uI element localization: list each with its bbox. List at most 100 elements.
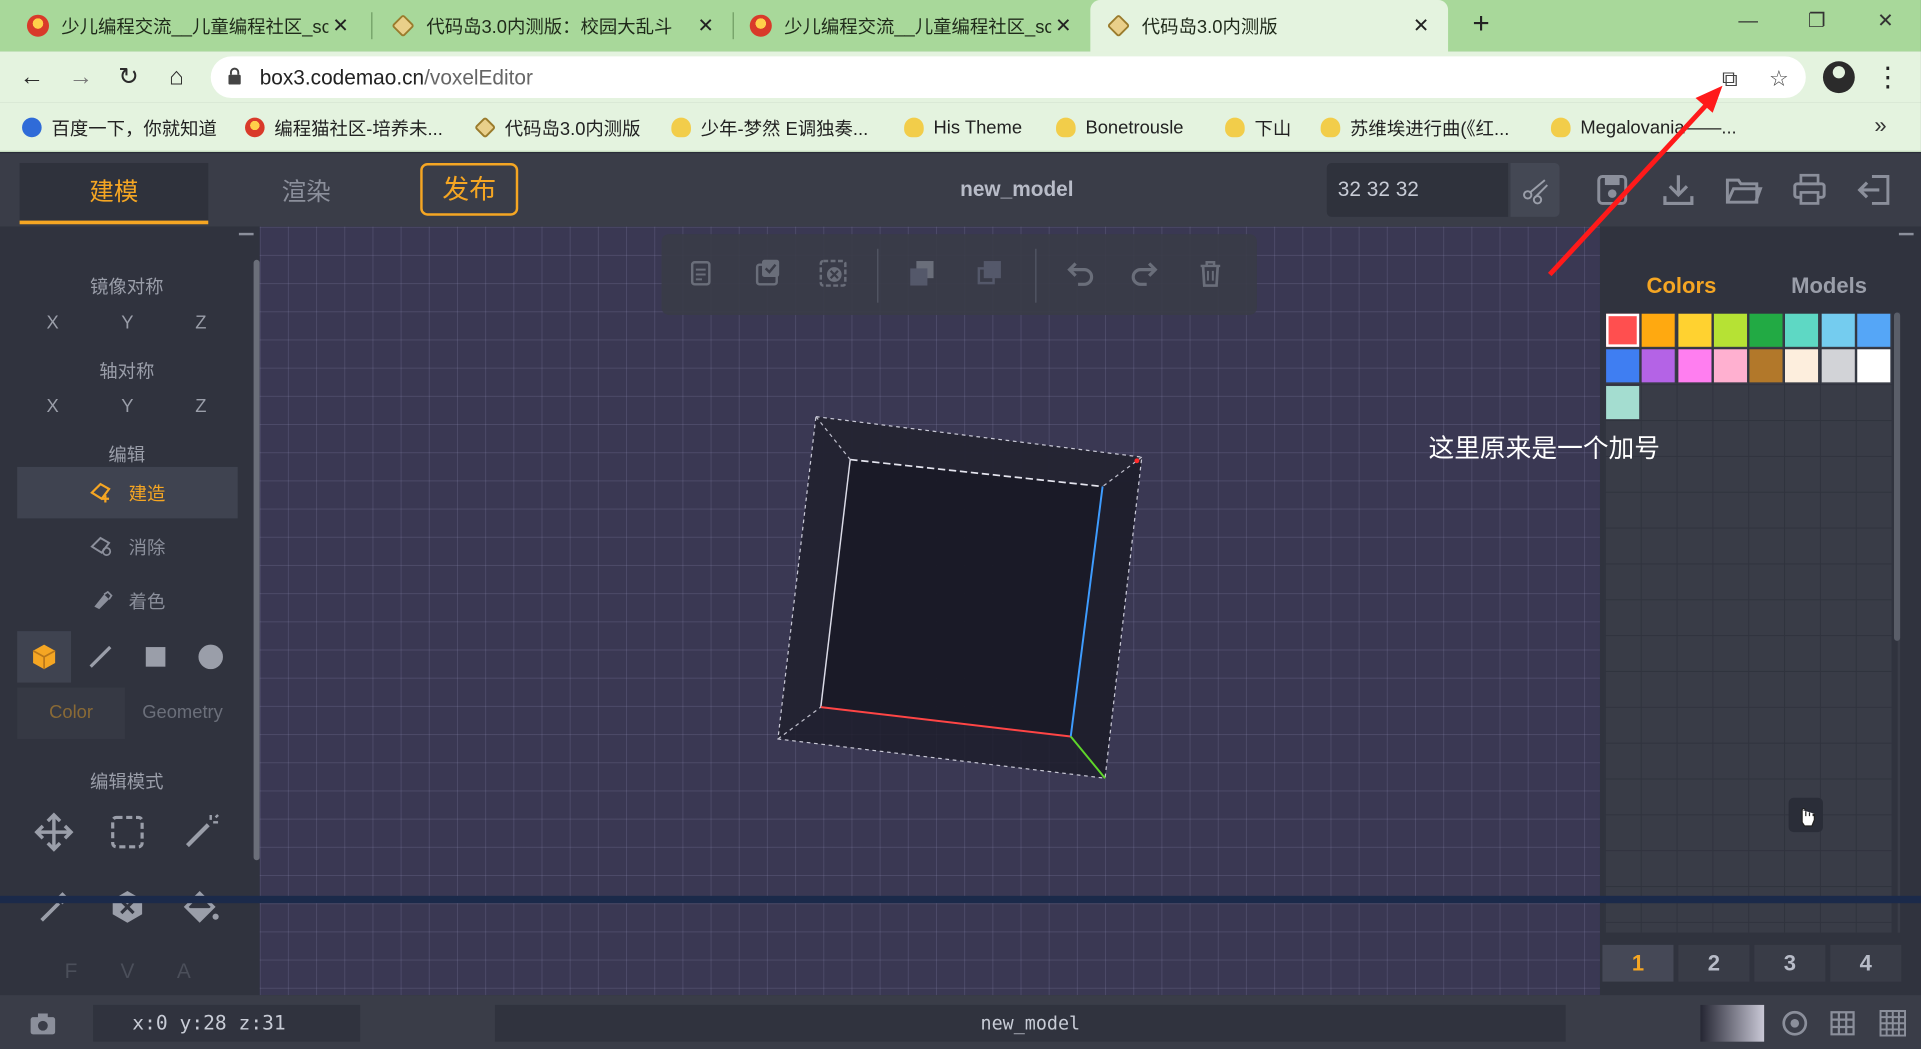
tab-modeling[interactable]: 建模 (19, 162, 209, 225)
grid-icon[interactable] (1827, 1007, 1859, 1039)
dimensions-field[interactable]: 32 32 32 (1326, 162, 1509, 217)
select-box-icon[interactable] (103, 808, 152, 857)
color-swatch[interactable] (1785, 313, 1819, 347)
mirror-x[interactable]: X (34, 313, 71, 334)
close-tab-icon[interactable]: ✕ (693, 13, 718, 38)
bookmark-item[interactable]: 少年-梦然 E调独奏... (671, 114, 868, 141)
bookmark-item[interactable]: 编程猫社区-培养未... (245, 114, 443, 141)
address-bar[interactable]: box3.codemao.cn/voxelEditor ⧉ ☆ (210, 56, 1806, 99)
browser-tab[interactable]: 少儿编程交流__儿童编程社区_sc ✕ (733, 2, 1091, 49)
resize-button[interactable] (1510, 162, 1560, 217)
color-swatch[interactable] (1749, 349, 1783, 383)
line-brush-button[interactable] (74, 631, 128, 682)
vertex-mode[interactable]: V (115, 960, 140, 985)
bookmark-item[interactable]: Megalovania——... (1550, 114, 1737, 141)
undo-icon[interactable] (1061, 255, 1098, 292)
menu-icon[interactable]: ⋮ (1874, 60, 1901, 94)
axis-x[interactable]: X (34, 396, 71, 417)
color-swatch[interactable] (1713, 349, 1747, 383)
build-tool[interactable]: 建造 (17, 466, 238, 519)
color-swatch[interactable] (1785, 349, 1819, 383)
browser-tab-active[interactable]: 代码岛3.0内测版 ✕ (1090, 0, 1449, 52)
dense-grid-icon[interactable] (1877, 1007, 1909, 1039)
color-swatch[interactable] (1821, 349, 1855, 383)
color-swatch[interactable] (1856, 313, 1891, 347)
collapse-icon[interactable] (238, 232, 254, 236)
trash-icon[interactable] (1192, 255, 1229, 292)
fill-bucket-icon[interactable] (176, 882, 225, 931)
3d-viewport[interactable] (259, 226, 1600, 996)
browser-tab[interactable]: 代码岛3.0内测版：校园大乱斗 ✕ (375, 2, 733, 49)
exit-icon[interactable] (1855, 170, 1894, 209)
restore-icon[interactable]: ❐ (1789, 5, 1845, 42)
erase-tool[interactable]: 消除 (17, 521, 238, 572)
delete-selection-icon[interactable] (103, 882, 152, 931)
voxel-brush-button[interactable] (17, 631, 72, 683)
paint-tool[interactable]: 着色 (17, 575, 238, 626)
copy-icon[interactable] (682, 255, 719, 292)
eyedropper-icon[interactable] (29, 882, 78, 931)
camera-icon[interactable] (27, 1007, 59, 1039)
tab-models[interactable]: Models (1791, 273, 1867, 299)
open-in-app-icon[interactable]: ⧉ (1718, 66, 1743, 91)
axis-z[interactable]: Z (183, 396, 220, 417)
browser-tab[interactable]: 少儿编程交流__儿童编程社区_sc ✕ (10, 2, 368, 49)
magic-wand-icon[interactable] (176, 808, 225, 857)
bookmark-item[interactable]: His Theme (904, 114, 1022, 141)
close-tab-icon[interactable]: ✕ (1409, 13, 1434, 38)
close-tab-icon[interactable]: ✕ (328, 13, 353, 38)
tab-render[interactable]: 渲染 (233, 163, 380, 224)
redo-icon[interactable] (1127, 255, 1164, 292)
color-swatch[interactable] (1641, 349, 1676, 383)
color-swatch[interactable] (1856, 349, 1891, 383)
color-swatch[interactable] (1606, 349, 1640, 383)
all-mode[interactable]: A (172, 960, 197, 985)
palette-page-1[interactable]: 1 (1602, 944, 1674, 982)
back-icon[interactable]: ← (15, 60, 49, 94)
color-swatch[interactable] (1606, 385, 1640, 419)
publish-button[interactable]: 发布 (420, 162, 519, 216)
merge-icon[interactable] (904, 255, 941, 292)
color-swatch[interactable] (1677, 349, 1711, 383)
bookmark-item[interactable]: 下山 (1225, 114, 1291, 141)
color-swatch[interactable] (1749, 313, 1783, 347)
face-mode[interactable]: F (59, 960, 84, 985)
download-icon[interactable] (1659, 170, 1698, 209)
save-icon[interactable] (1593, 170, 1632, 209)
new-tab-button[interactable]: + (1465, 7, 1497, 41)
orbit-icon[interactable] (1779, 1007, 1811, 1039)
bookmark-item[interactable]: Bonetrousle (1056, 114, 1184, 141)
bookmark-item[interactable]: 代码岛3.0内测版 (474, 114, 641, 141)
color-swatch[interactable] (1677, 313, 1711, 347)
bookmark-item[interactable]: 苏维埃进行曲(《红... (1320, 114, 1509, 141)
color-swatch[interactable] (1606, 313, 1640, 347)
open-folder-icon[interactable] (1724, 170, 1763, 209)
collapse-icon[interactable] (1898, 232, 1914, 236)
background-gradient-swatch[interactable] (1700, 1004, 1765, 1042)
minimize-icon[interactable]: — (1720, 5, 1776, 42)
close-window-icon[interactable]: ✕ (1857, 5, 1913, 42)
paste-icon[interactable] (750, 255, 787, 292)
palette-page-3[interactable]: 3 (1754, 944, 1826, 982)
mode-geometry-tab[interactable]: Geometry (127, 688, 237, 739)
rect-brush-button[interactable] (129, 631, 183, 682)
color-swatch[interactable] (1713, 313, 1747, 347)
mirror-z[interactable]: Z (183, 313, 220, 334)
hovered-cell[interactable] (1788, 797, 1823, 833)
move-icon[interactable] (29, 808, 78, 857)
palette-page-2[interactable]: 2 (1678, 944, 1750, 982)
bookmark-item[interactable]: 百度一下，你就知道 (22, 114, 217, 141)
close-tab-icon[interactable]: ✕ (1051, 13, 1076, 38)
color-swatch[interactable] (1821, 313, 1855, 347)
print-icon[interactable] (1790, 170, 1829, 209)
bookmark-star-icon[interactable]: ☆ (1767, 66, 1792, 91)
mode-color-tab[interactable]: Color (17, 687, 125, 739)
palette-page-4[interactable]: 4 (1830, 944, 1902, 982)
subtract-icon[interactable] (972, 255, 1009, 292)
sphere-brush-button[interactable] (184, 631, 238, 682)
account-icon[interactable] (1822, 61, 1855, 94)
reload-icon[interactable]: ↻ (111, 60, 145, 94)
more-bookmarks-icon[interactable]: » (1874, 113, 1886, 139)
mirror-y[interactable]: Y (109, 313, 146, 334)
home-icon[interactable]: ⌂ (159, 60, 193, 94)
